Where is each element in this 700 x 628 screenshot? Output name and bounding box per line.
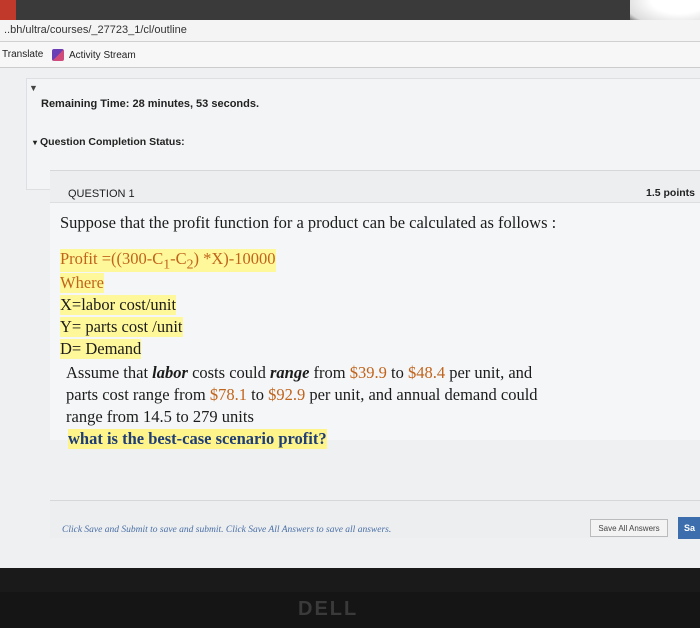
- p2-a: parts cost range from: [66, 385, 210, 404]
- collapse-triangle-icon[interactable]: ▼: [29, 83, 38, 93]
- labor-min-value: $39.9: [349, 363, 387, 382]
- assumption-line-2: parts cost range from $78.1 to $92.9 per…: [66, 385, 538, 405]
- formula-sub2: 2: [186, 256, 194, 272]
- p1-range: range: [269, 363, 310, 382]
- question-completion-status[interactable]: ▾ Question Completion Status:: [33, 136, 185, 148]
- parts-max-value: $92.9: [268, 385, 306, 404]
- p2-c: per unit, and annual demand could: [305, 385, 538, 404]
- def-parts-cost: Y= parts cost /unit: [60, 317, 183, 337]
- bookmarks-bar: Translate Activity Stream: [0, 42, 700, 68]
- bookmark-activity-stream-label: Activity Stream: [69, 49, 136, 61]
- activity-stream-icon: [52, 49, 64, 61]
- remaining-time: Remaining Time: 28 minutes, 53 seconds.: [41, 98, 260, 110]
- monitor-top-edge: [0, 0, 700, 24]
- dell-logo: DELL: [298, 598, 359, 620]
- browser-tab-indicator[interactable]: [0, 0, 16, 20]
- question-points: 1.5 points: [646, 187, 696, 199]
- assumption-line-1: Assume that labor costs could range from…: [66, 363, 532, 383]
- bookmark-translate[interactable]: Translate: [2, 49, 43, 60]
- submit-footer: Click Save and Submit to save and submit…: [50, 500, 700, 539]
- assumption-line-3: range from 14.5 to 279 units: [66, 407, 254, 426]
- formula-prefix: Profit =((300-C: [60, 249, 164, 268]
- formula-mid: -C: [170, 249, 187, 268]
- question-number: QUESTION 1: [68, 188, 135, 200]
- bookmark-activity-stream[interactable]: Activity Stream: [52, 49, 136, 61]
- browser-window: ..bh/ultra/courses/_27723_1/cl/outline T…: [0, 20, 700, 568]
- address-bar[interactable]: ..bh/ultra/courses/_27723_1/cl/outline: [0, 20, 700, 42]
- url-text[interactable]: ..bh/ultra/courses/_27723_1/cl/outline: [4, 24, 187, 36]
- p1-d: to: [386, 363, 408, 382]
- expand-triangle-icon: ▾: [33, 138, 38, 147]
- save-and-submit-button[interactable]: Sa: [678, 517, 700, 539]
- submit-hint: Click Save and Submit to save and submit…: [62, 525, 392, 535]
- p2-b: to: [247, 385, 269, 404]
- where-label: Where: [60, 273, 104, 293]
- parts-min-value: $78.1: [209, 385, 247, 404]
- p1-a: Assume that: [66, 363, 153, 382]
- question-intro: Suppose that the profit function for a p…: [60, 213, 557, 232]
- p1-e: per unit, and: [445, 363, 533, 382]
- completion-status-label: Question Completion Status:: [40, 136, 185, 148]
- formula-suffix: ) *X)-10000: [193, 249, 276, 268]
- question-header: QUESTION 1 1.5 points: [50, 171, 700, 203]
- save-all-answers-button[interactable]: Save All Answers: [590, 519, 668, 537]
- question-ask: what is the best-case scenario profit?: [68, 429, 327, 449]
- p1-labor: labor: [152, 363, 188, 382]
- question-panel: QUESTION 1 1.5 points Suppose that the p…: [50, 170, 700, 449]
- def-labor-cost: X=labor cost/unit: [60, 295, 177, 315]
- p1-c: from: [309, 363, 350, 382]
- def-demand: D= Demand: [60, 339, 142, 359]
- monitor-bezel: DELL: [0, 592, 700, 628]
- labor-max-value: $48.4: [407, 363, 446, 382]
- p1-b: costs could: [187, 363, 270, 382]
- profit-formula: Profit =((300-C1-C2) *X)-10000: [60, 249, 276, 273]
